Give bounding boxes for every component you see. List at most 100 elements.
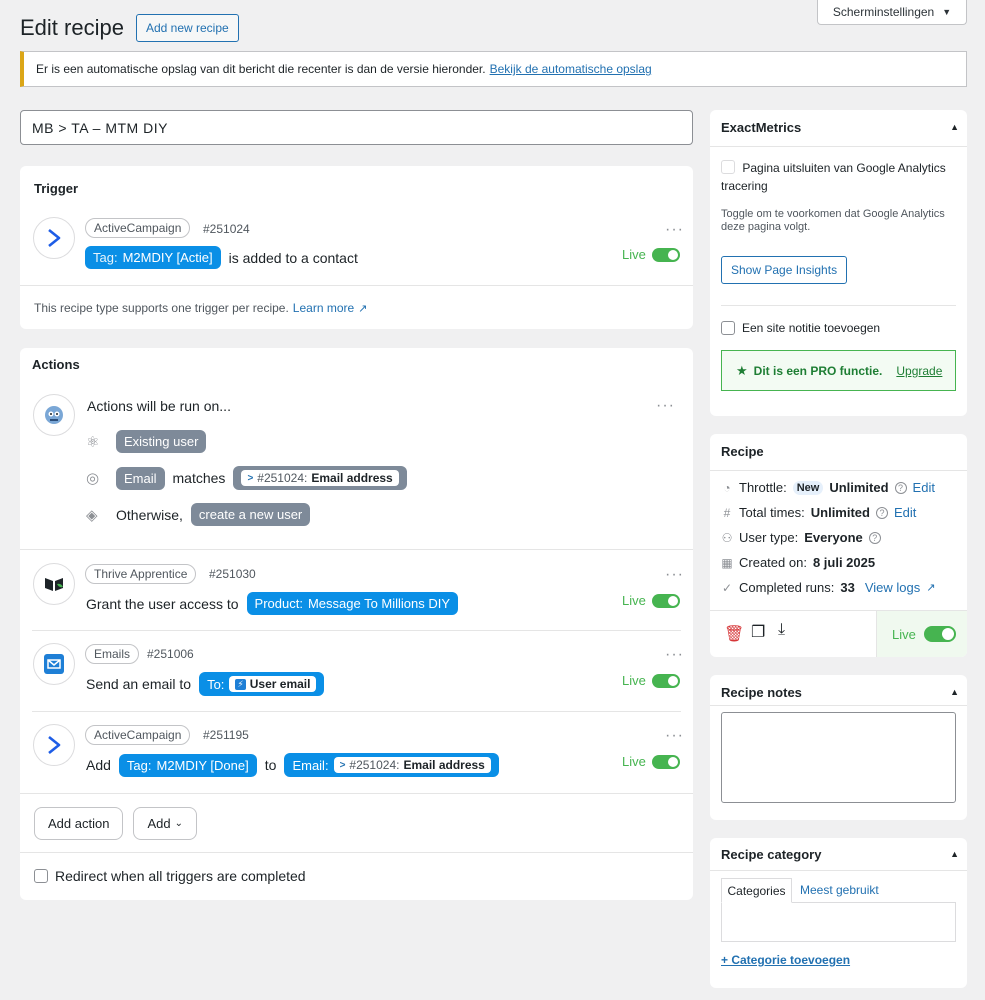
recipe-panel: Recipe ◔ Throttle: New Unlimited ? Edit …	[710, 434, 967, 657]
to-token[interactable]: To: ⚡ User email	[199, 672, 325, 696]
screen-options-button[interactable]: Scherminstellingen ▼	[817, 0, 967, 25]
toggle-switch[interactable]	[651, 673, 680, 688]
bolt-icon: ⚡	[235, 678, 246, 690]
trigger-id: #251024	[203, 222, 250, 236]
user-type-label: User type:	[739, 530, 799, 545]
recipe-title-input[interactable]: MB > TA – MTM DIY	[20, 110, 693, 145]
existing-user-row: ⚛ Existing user	[86, 430, 207, 453]
user-email-chip: ⚡ User email	[229, 676, 317, 692]
learn-more-link[interactable]: Learn more	[293, 301, 354, 315]
live-label: Live	[622, 593, 646, 608]
tab-most-used[interactable]: Meest gebruikt	[800, 883, 879, 897]
toggle-switch[interactable]	[651, 754, 680, 769]
product-token[interactable]: Product: Message To Millions DIY	[246, 592, 459, 615]
external-link-icon: ↗	[926, 582, 936, 594]
existing-user-token[interactable]: Existing user	[116, 430, 207, 453]
collapse-arrow-icon[interactable]: ▲	[950, 687, 959, 697]
more-options-icon[interactable]: ···	[656, 398, 675, 414]
edit-total-link[interactable]: Edit	[894, 505, 916, 520]
autosave-notice: Er is een automatische opslag van dit be…	[20, 51, 967, 87]
more-options-icon[interactable]: ···	[665, 647, 684, 663]
runs-label: Completed runs:	[739, 580, 835, 595]
action-id: #251006	[147, 647, 194, 661]
action-live-toggle[interactable]: Live	[622, 754, 680, 769]
diamond-arrow-icon: ◈	[86, 506, 98, 524]
action-sentence: Send an email to To: ⚡ User email	[86, 672, 325, 696]
throttle-value: Unlimited	[829, 480, 889, 495]
runs-row: ✓ Completed runs: 33 View logs ↗	[721, 580, 936, 595]
email-field-token[interactable]: Email: > #251024: Email address	[284, 753, 499, 777]
view-logs-link[interactable]: View logs	[865, 580, 920, 595]
new-badge: New	[792, 480, 824, 495]
collapse-arrow-icon[interactable]: ▲	[950, 849, 959, 859]
total-label: Total times:	[739, 505, 805, 520]
toggle-switch[interactable]	[651, 593, 680, 608]
actions-panel: Actions Actions will be run on... ··· ⚛ …	[20, 348, 693, 900]
help-icon[interactable]: ?	[894, 481, 907, 494]
email-token[interactable]: Email	[116, 466, 165, 490]
add-new-recipe-button[interactable]: Add new recipe	[135, 14, 239, 42]
exclude-help: Toggle om te voorkomen dat Google Analyt…	[721, 208, 945, 233]
run-on-text: Actions will be run on...	[87, 398, 231, 414]
email-field-name: Email address	[403, 758, 485, 772]
action-live-toggle[interactable]: Live	[622, 673, 680, 688]
check-circle-icon: ✓	[721, 580, 733, 595]
redirect-checkbox[interactable]	[34, 869, 48, 883]
download-icon[interactable]: ⤓	[778, 621, 785, 639]
robot-icon	[33, 394, 75, 436]
copy-icon[interactable]: ❐	[751, 622, 765, 642]
more-options-icon[interactable]: ···	[665, 728, 684, 744]
toggle-switch[interactable]	[651, 247, 680, 262]
screen-options-label: Scherminstellingen	[832, 5, 935, 19]
recipe-live-toggle[interactable]: Live	[892, 626, 956, 642]
more-options-icon[interactable]: ···	[665, 567, 684, 583]
trash-icon[interactable]: 🗑	[724, 624, 744, 644]
redirect-label: Redirect when all triggers are completed	[55, 868, 306, 884]
tab-categories[interactable]: Categories	[721, 878, 792, 903]
help-icon[interactable]: ?	[868, 531, 881, 544]
notes-textarea[interactable]	[721, 712, 956, 803]
email-field-chip: > #251024: Email address	[333, 757, 491, 773]
more-options-icon[interactable]: ···	[665, 222, 684, 238]
site-note-checkbox[interactable]	[721, 321, 735, 335]
tag-token[interactable]: Tag: M2MDIY [Actie]	[85, 246, 221, 269]
add-dropdown-button[interactable]: Add ⌄	[133, 807, 197, 840]
total-value: Unlimited	[810, 505, 870, 520]
add-action-button[interactable]: Add action	[34, 807, 124, 840]
page-title: Edit recipe	[20, 15, 124, 40]
runs-value: 33	[840, 580, 855, 595]
live-label: Live	[892, 626, 916, 642]
match-field-name: Email address	[311, 471, 393, 485]
exclude-option: Pagina uitsluiten van Google Analytics t…	[721, 159, 957, 195]
create-new-user-token[interactable]: create a new user	[190, 503, 311, 526]
action-live-toggle[interactable]: Live	[622, 593, 680, 608]
category-list	[721, 902, 956, 942]
action-prefix: Add	[86, 757, 111, 773]
action-sentence: Grant the user access to Product: Messag…	[86, 592, 459, 615]
token-label: To:	[207, 676, 225, 692]
show-page-insights-button[interactable]: Show Page Insights	[721, 256, 848, 284]
help-icon[interactable]: ?	[875, 506, 888, 519]
collapse-arrow-icon[interactable]: ▲	[950, 122, 959, 132]
hash-icon: #	[723, 505, 731, 520]
match-field-token[interactable]: > #251024: Email address	[233, 466, 407, 490]
action-id: #251195	[203, 728, 249, 742]
calendar-icon: ▦	[721, 555, 733, 570]
exclude-checkbox[interactable]	[721, 160, 735, 174]
trigger-live-toggle[interactable]: Live	[622, 247, 680, 262]
toggle-switch[interactable]	[923, 626, 956, 642]
edit-throttle-link[interactable]: Edit	[913, 480, 935, 495]
throttle-icon: ◔	[723, 480, 731, 495]
activecampaign-icon	[33, 217, 75, 259]
notes-title: Recipe notes	[721, 685, 802, 700]
action-middle: to	[264, 757, 277, 773]
activecampaign-mini-icon: >	[247, 472, 254, 484]
tag-token[interactable]: Tag: M2MDIY [Done]	[118, 753, 257, 777]
view-autosave-link[interactable]: Bekijk de automatische opslag	[490, 62, 652, 76]
action-sentence: Add Tag: M2MDIY [Done] to Email: > #2510…	[86, 753, 499, 777]
upgrade-link[interactable]: Upgrade	[896, 364, 942, 378]
add-category-link[interactable]: + Categorie toevoegen	[721, 953, 850, 967]
token-value: M2MDIY [Done]	[156, 757, 249, 773]
redirect-option: Redirect when all triggers are completed	[34, 868, 306, 884]
user-type-row: ⚇ User type: Everyone ?	[721, 530, 881, 545]
